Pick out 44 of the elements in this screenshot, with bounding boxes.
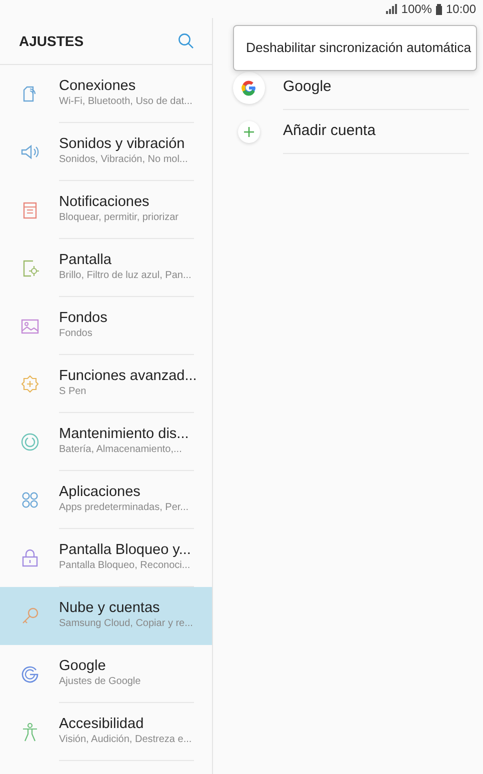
- settings-item[interactable]: Accesibilidad Visión, Audición, Destreza e...: [0, 703, 212, 761]
- item-subtitle: Fondos: [59, 327, 94, 341]
- page-title: AJUSTES: [19, 32, 84, 50]
- settings-item[interactable]: Sonidos y vibración Sonidos, Vibración, No mol...: [0, 123, 212, 181]
- item-subtitle: Samsung Cloud, Copiar y re...: [59, 617, 194, 631]
- item-subtitle: Batería, Almacenamiento,...: [59, 443, 183, 457]
- settings-item[interactable]: Aplicaciones Apps predeterminadas, Per...: [0, 471, 212, 529]
- search-button[interactable]: [178, 33, 194, 49]
- battery-icon: [436, 4, 442, 14]
- battery-text: 100%: [401, 1, 432, 18]
- item-subtitle: Pantalla Bloqueo, Reconoci...: [59, 559, 192, 573]
- item-title: Conexiones: [59, 78, 137, 96]
- item-title: Aplicaciones: [59, 484, 142, 502]
- signal-icon: [386, 4, 398, 14]
- item-title: Mantenimiento dis...: [59, 426, 190, 444]
- plus-icon: [238, 121, 260, 143]
- menu-item[interactable]: Deshabilitar sincronización automática: [234, 38, 476, 58]
- settings-item[interactable]: Mantenimiento dis... Batería, Almacenamiento,...: [0, 413, 212, 471]
- settings-item[interactable]: Notificaciones Bloquear, permitir, priorizar: [0, 181, 212, 239]
- item-title: Notificaciones: [59, 194, 150, 212]
- settings-item[interactable]: Pantalla Brillo, Filtro de luz azul, Pan...: [0, 239, 212, 297]
- settings-item[interactable]: Conexiones Wi-Fi, Bluetooth, Uso de dat...: [0, 65, 212, 123]
- item-subtitle: Brillo, Filtro de luz azul, Pan...: [59, 269, 192, 283]
- item-title: Funciones avanzad...: [59, 368, 194, 386]
- item-subtitle: Wi-Fi, Bluetooth, Uso de dat...: [59, 95, 194, 109]
- item-title: Accesibilidad: [59, 716, 145, 734]
- item-title: Pantalla: [59, 252, 112, 270]
- item-title: Pantalla Bloqueo y...: [59, 542, 192, 560]
- item-subtitle: Apps predeterminadas, Per...: [59, 501, 190, 515]
- item-subtitle: Sonidos, Vibración, No mol...: [59, 153, 189, 167]
- account-item[interactable]: Añadir cuenta: [283, 110, 469, 154]
- item-subtitle: Ajustes de Google: [59, 675, 142, 689]
- settings-item[interactable]: Nube y cuentas Samsung Cloud, Copiar y re...: [0, 587, 212, 645]
- settings-item[interactable]: Fondos Fondos: [0, 297, 212, 355]
- item-title: Google: [59, 658, 107, 676]
- settings-item[interactable]: Funciones avanzad... S Pen: [0, 355, 212, 413]
- item-subtitle: Bloquear, permitir, priorizar: [59, 211, 180, 225]
- clock: 10:00: [446, 1, 476, 18]
- item-title: Sonidos y vibración: [59, 136, 186, 154]
- item-subtitle: Visión, Audición, Destreza e...: [59, 733, 193, 747]
- settings-item[interactable]: Google Ajustes de Google: [0, 645, 212, 703]
- item-title: Nube y cuentas: [59, 600, 161, 618]
- item-subtitle: S Pen: [59, 385, 88, 399]
- item-title: Fondos: [59, 310, 108, 328]
